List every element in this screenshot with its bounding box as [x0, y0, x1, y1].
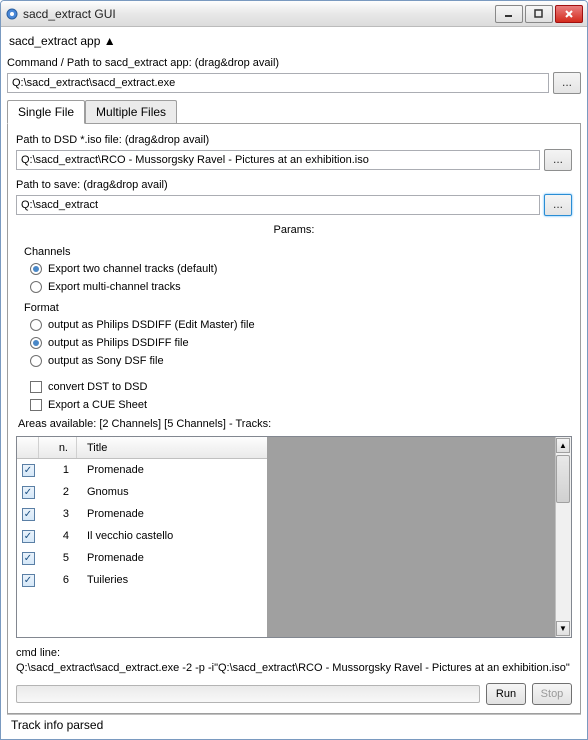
- app-window: sacd_extract GUI sacd_extract app ▲ Comm…: [0, 0, 588, 740]
- command-browse-button[interactable]: ...: [553, 72, 581, 94]
- window-title: sacd_extract GUI: [23, 7, 493, 21]
- table-row[interactable]: ✓ 3Promenade: [17, 503, 267, 525]
- tracks-header: n. Title: [17, 437, 267, 459]
- iso-browse-button[interactable]: ...: [544, 149, 572, 171]
- cmdline-value: Q:\sacd_extract\sacd_extract.exe -2 -p -…: [16, 661, 572, 675]
- format-radio-2[interactable]: [30, 355, 42, 367]
- track-checkbox[interactable]: ✓: [22, 574, 35, 587]
- command-label: Command / Path to sacd_extract app: (dra…: [7, 53, 581, 72]
- track-n: 4: [39, 530, 77, 542]
- app-icon: [5, 7, 19, 21]
- tab-multiple-files[interactable]: Multiple Files: [85, 100, 177, 123]
- table-row[interactable]: ✓ 1Promenade: [17, 459, 267, 481]
- close-button[interactable]: [555, 5, 583, 23]
- channel-radio-label: Export two channel tracks (default): [48, 263, 217, 275]
- progress-bar: [16, 685, 480, 703]
- iso-path-input[interactable]: [16, 150, 540, 170]
- titlebar: sacd_extract GUI: [1, 1, 587, 27]
- track-n: 5: [39, 552, 77, 564]
- export-cue-checkbox[interactable]: [30, 399, 42, 411]
- command-path-input[interactable]: [7, 73, 549, 93]
- scroll-down-icon[interactable]: ▼: [556, 621, 570, 636]
- run-button[interactable]: Run: [486, 683, 526, 705]
- minimize-button[interactable]: [495, 5, 523, 23]
- track-n: 1: [39, 464, 77, 476]
- table-row[interactable]: ✓ 4Il vecchio castello: [17, 525, 267, 547]
- export-cue-label: Export a CUE Sheet: [48, 399, 147, 411]
- col-n[interactable]: n.: [39, 437, 77, 458]
- table-row[interactable]: ✓ 6Tuileries: [17, 569, 267, 591]
- tracks-list: n. Title ✓1Promenade✓2Gnomus✓3Promenade✓…: [16, 436, 572, 638]
- scroll-thumb[interactable]: [556, 455, 570, 503]
- track-checkbox[interactable]: ✓: [22, 508, 35, 521]
- save-label: Path to save: (drag&drop avail): [16, 175, 572, 194]
- channel-radio-label: Export multi-channel tracks: [48, 281, 181, 293]
- track-title: Gnomus: [77, 486, 267, 498]
- channel-radio-0[interactable]: [30, 263, 42, 275]
- col-title[interactable]: Title: [77, 437, 267, 458]
- track-checkbox[interactable]: ✓: [22, 552, 35, 565]
- save-browse-button[interactable]: ...: [544, 194, 572, 216]
- track-checkbox[interactable]: ✓: [22, 530, 35, 543]
- format-radio-1[interactable]: [30, 337, 42, 349]
- format-heading: Format: [24, 296, 572, 316]
- params-heading: Params:: [16, 220, 572, 240]
- track-n: 3: [39, 508, 77, 520]
- channels-heading: Channels: [24, 240, 572, 260]
- format-radio-label: output as Philips DSDIFF file: [48, 337, 189, 349]
- track-title: Promenade: [77, 552, 267, 564]
- scroll-up-icon[interactable]: ▲: [556, 438, 570, 453]
- maximize-button[interactable]: [525, 5, 553, 23]
- convert-dst-label: convert DST to DSD: [48, 381, 147, 393]
- format-radio-label: output as Philips DSDIFF (Edit Master) f…: [48, 319, 255, 331]
- app-section-header[interactable]: sacd_extract app ▲: [7, 30, 581, 53]
- track-title: Promenade: [77, 464, 267, 476]
- tab-single-file[interactable]: Single File: [7, 100, 85, 124]
- track-n: 2: [39, 486, 77, 498]
- tracks-scrollbar[interactable]: ▲ ▼: [555, 437, 571, 637]
- track-checkbox[interactable]: ✓: [22, 464, 35, 477]
- table-row[interactable]: ✓ 5Promenade: [17, 547, 267, 569]
- channel-radio-1[interactable]: [30, 281, 42, 293]
- track-checkbox[interactable]: ✓: [22, 486, 35, 499]
- track-title: Promenade: [77, 508, 267, 520]
- table-row[interactable]: ✓ 2Gnomus: [17, 481, 267, 503]
- tab-panel-single: Path to DSD *.iso file: (drag&drop avail…: [7, 123, 581, 714]
- status-bar: Track info parsed: [7, 714, 581, 735]
- format-radio-0[interactable]: [30, 319, 42, 331]
- save-path-input[interactable]: [16, 195, 540, 215]
- cmdline-label: cmd line:: [16, 646, 572, 660]
- convert-dst-checkbox[interactable]: [30, 381, 42, 393]
- stop-button[interactable]: Stop: [532, 683, 572, 705]
- track-title: Tuileries: [77, 574, 267, 586]
- format-radio-label: output as Sony DSF file: [48, 355, 164, 367]
- track-title: Il vecchio castello: [77, 530, 267, 542]
- areas-label: Areas available: [2 Channels] [5 Channel…: [16, 414, 572, 434]
- track-n: 6: [39, 574, 77, 586]
- iso-label: Path to DSD *.iso file: (drag&drop avail…: [16, 130, 572, 149]
